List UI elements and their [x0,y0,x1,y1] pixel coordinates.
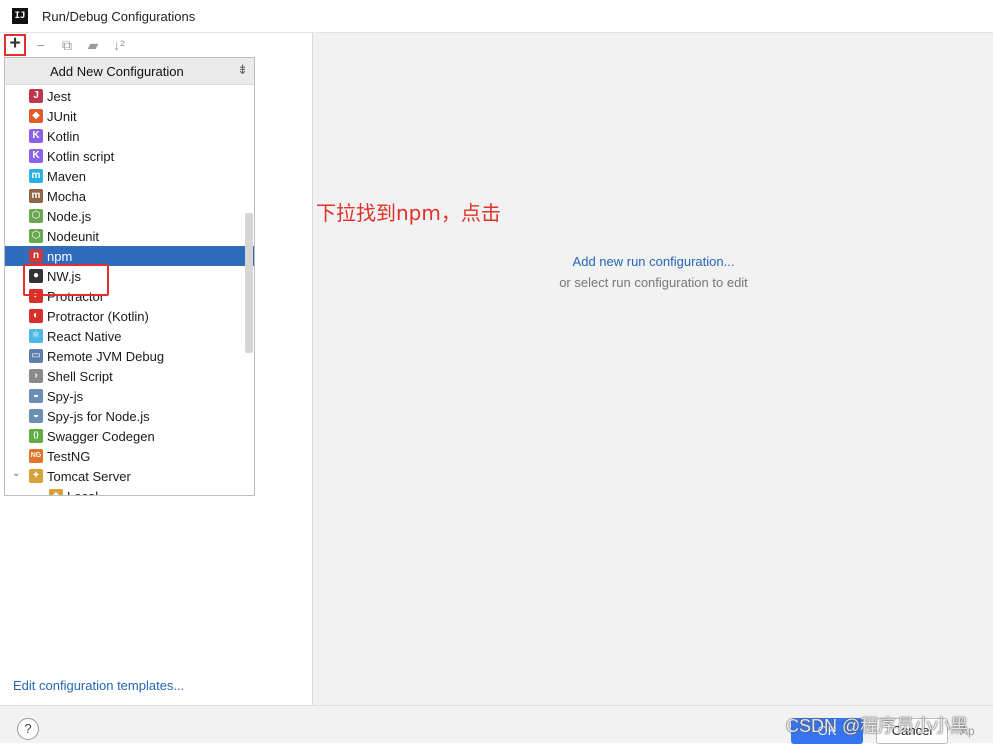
list-item[interactable]: ◒ Spy-js [5,386,254,406]
popup-title: Add New Configuration [50,64,184,79]
configurations-toolbar: + − ⧉ ▰ ↓² [0,33,313,57]
dialog-button-bar: ? OK Cancel Ap CSDN @程序员小小黑 [0,705,993,744]
list-item[interactable]: ⚛ React Native [5,326,254,346]
list-item[interactable]: ✦ Local [5,486,254,495]
list-item-label: Maven [47,169,87,184]
window-title: Run/Debug Configurations [42,9,196,24]
intellij-app-icon: IJ [12,8,28,24]
mocha-icon: m [29,189,43,203]
list-item-label: Shell Script [47,369,113,384]
add-new-run-configuration-link[interactable]: Add new run configuration... [314,254,993,269]
add-new-configuration-popup: Add New Configuration ⇟ J Jest ◆ JUnit K Kotl… [4,57,255,496]
swagger-icon: {} [29,429,43,443]
jest-icon: J [29,89,43,103]
list-item[interactable]: ⌄ ✦ Tomcat Server [5,466,254,486]
sort-configurations-button[interactable]: ↓² [108,34,130,56]
popup-header: Add New Configuration ⇟ [5,58,254,85]
annotation-text: 下拉找到npm，点击 [316,201,501,225]
list-item-label: Node.js [47,209,92,224]
shell-script-icon: › [29,369,43,383]
configuration-type-list: J Jest ◆ JUnit K Kotlin K Kotlin script m Maven m M… [5,86,254,495]
list-item-label: Protractor (Kotlin) [47,309,149,324]
list-item-label: Tomcat Server [47,469,131,484]
list-item[interactable]: {} Swagger Codegen [5,426,254,446]
list-item[interactable]: ◒ Spy-js for Node.js [5,406,254,426]
list-item-label: React Native [47,329,122,344]
list-item[interactable]: K Kotlin script [5,146,254,166]
list-item[interactable]: NG TestNG [5,446,254,466]
popup-scrollbar[interactable] [245,213,253,353]
list-item-label: Local [67,489,98,495]
nodejs-icon: ⬡ [29,209,43,223]
list-item[interactable]: ◆ JUnit [5,106,254,126]
configurations-pane: + − ⧉ ▰ ↓² Add New Configuration ⇟ J Jest… [0,33,313,705]
tomcat-local-icon: ✦ [49,489,63,495]
move-to-folder-button[interactable]: ▰ [82,34,104,56]
list-item-label: Kotlin script [47,149,115,164]
list-item[interactable]: ⬡ Node.js [5,206,254,226]
list-item-label: JUnit [47,109,77,124]
add-configuration-button[interactable]: + [4,34,26,56]
list-item-label: Remote JVM Debug [47,349,165,364]
list-item-label: Mocha [47,189,87,204]
maven-icon: m [29,169,43,183]
list-item[interactable]: m Mocha [5,186,254,206]
protractor-kotlin-icon: ◐ [29,309,43,323]
list-item-label: npm [47,249,73,264]
list-item[interactable]: m Maven [5,166,254,186]
title-bar: IJ Run/Debug Configurations [0,0,993,33]
list-item[interactable]: ▭ Remote JVM Debug [5,346,254,366]
nodeunit-icon: ⬡ [29,229,43,243]
list-item[interactable]: › Shell Script [5,366,254,386]
help-button[interactable]: ? [17,718,39,740]
spyjs-node-icon: ◒ [29,409,43,423]
remote-debug-icon: ▭ [29,349,43,363]
list-item-label: TestNG [47,449,91,464]
configuration-details-pane: 下拉找到npm，点击 Add new run configuration... … [314,33,993,705]
copy-configuration-button[interactable]: ⧉ [56,34,78,56]
npm-highlight-box [23,264,109,296]
testng-icon: NG [29,449,43,463]
npm-icon: n [29,249,43,263]
kotlin-script-icon: K [29,149,43,163]
select-configuration-hint: or select run configuration to edit [559,275,748,290]
list-item[interactable]: n npm [5,246,254,266]
tomcat-icon: ✦ [29,469,43,483]
list-item-label: Nodeunit [47,229,100,244]
expand-chevron-icon[interactable]: ⌄ [12,468,20,479]
list-item-label: Kotlin [47,129,80,144]
list-item[interactable]: J Jest [5,86,254,106]
list-item-label: Jest [47,89,71,104]
list-item-label: Spy-js for Node.js [47,409,150,424]
collapse-all-icon[interactable]: ⇟ [237,62,248,78]
remove-configuration-button[interactable]: − [30,34,52,56]
list-item[interactable]: K Kotlin [5,126,254,146]
watermark-text: CSDN @程序员小小黑 [786,716,969,736]
list-item-label: Swagger Codegen [47,429,155,444]
list-item-label: Spy-js [47,389,84,404]
list-item[interactable]: ◐ Protractor (Kotlin) [5,306,254,326]
junit-icon: ◆ [29,109,43,123]
list-item[interactable]: ⬡ Nodeunit [5,226,254,246]
react-native-icon: ⚛ [29,329,43,343]
kotlin-icon: K [29,129,43,143]
run-debug-configurations-dialog: IJ Run/Debug Configurations + − ⧉ ▰ ↓² A… [0,0,993,744]
spyjs-icon: ◒ [29,389,43,403]
edit-configuration-templates-link[interactable]: Edit configuration templates... [13,678,184,693]
